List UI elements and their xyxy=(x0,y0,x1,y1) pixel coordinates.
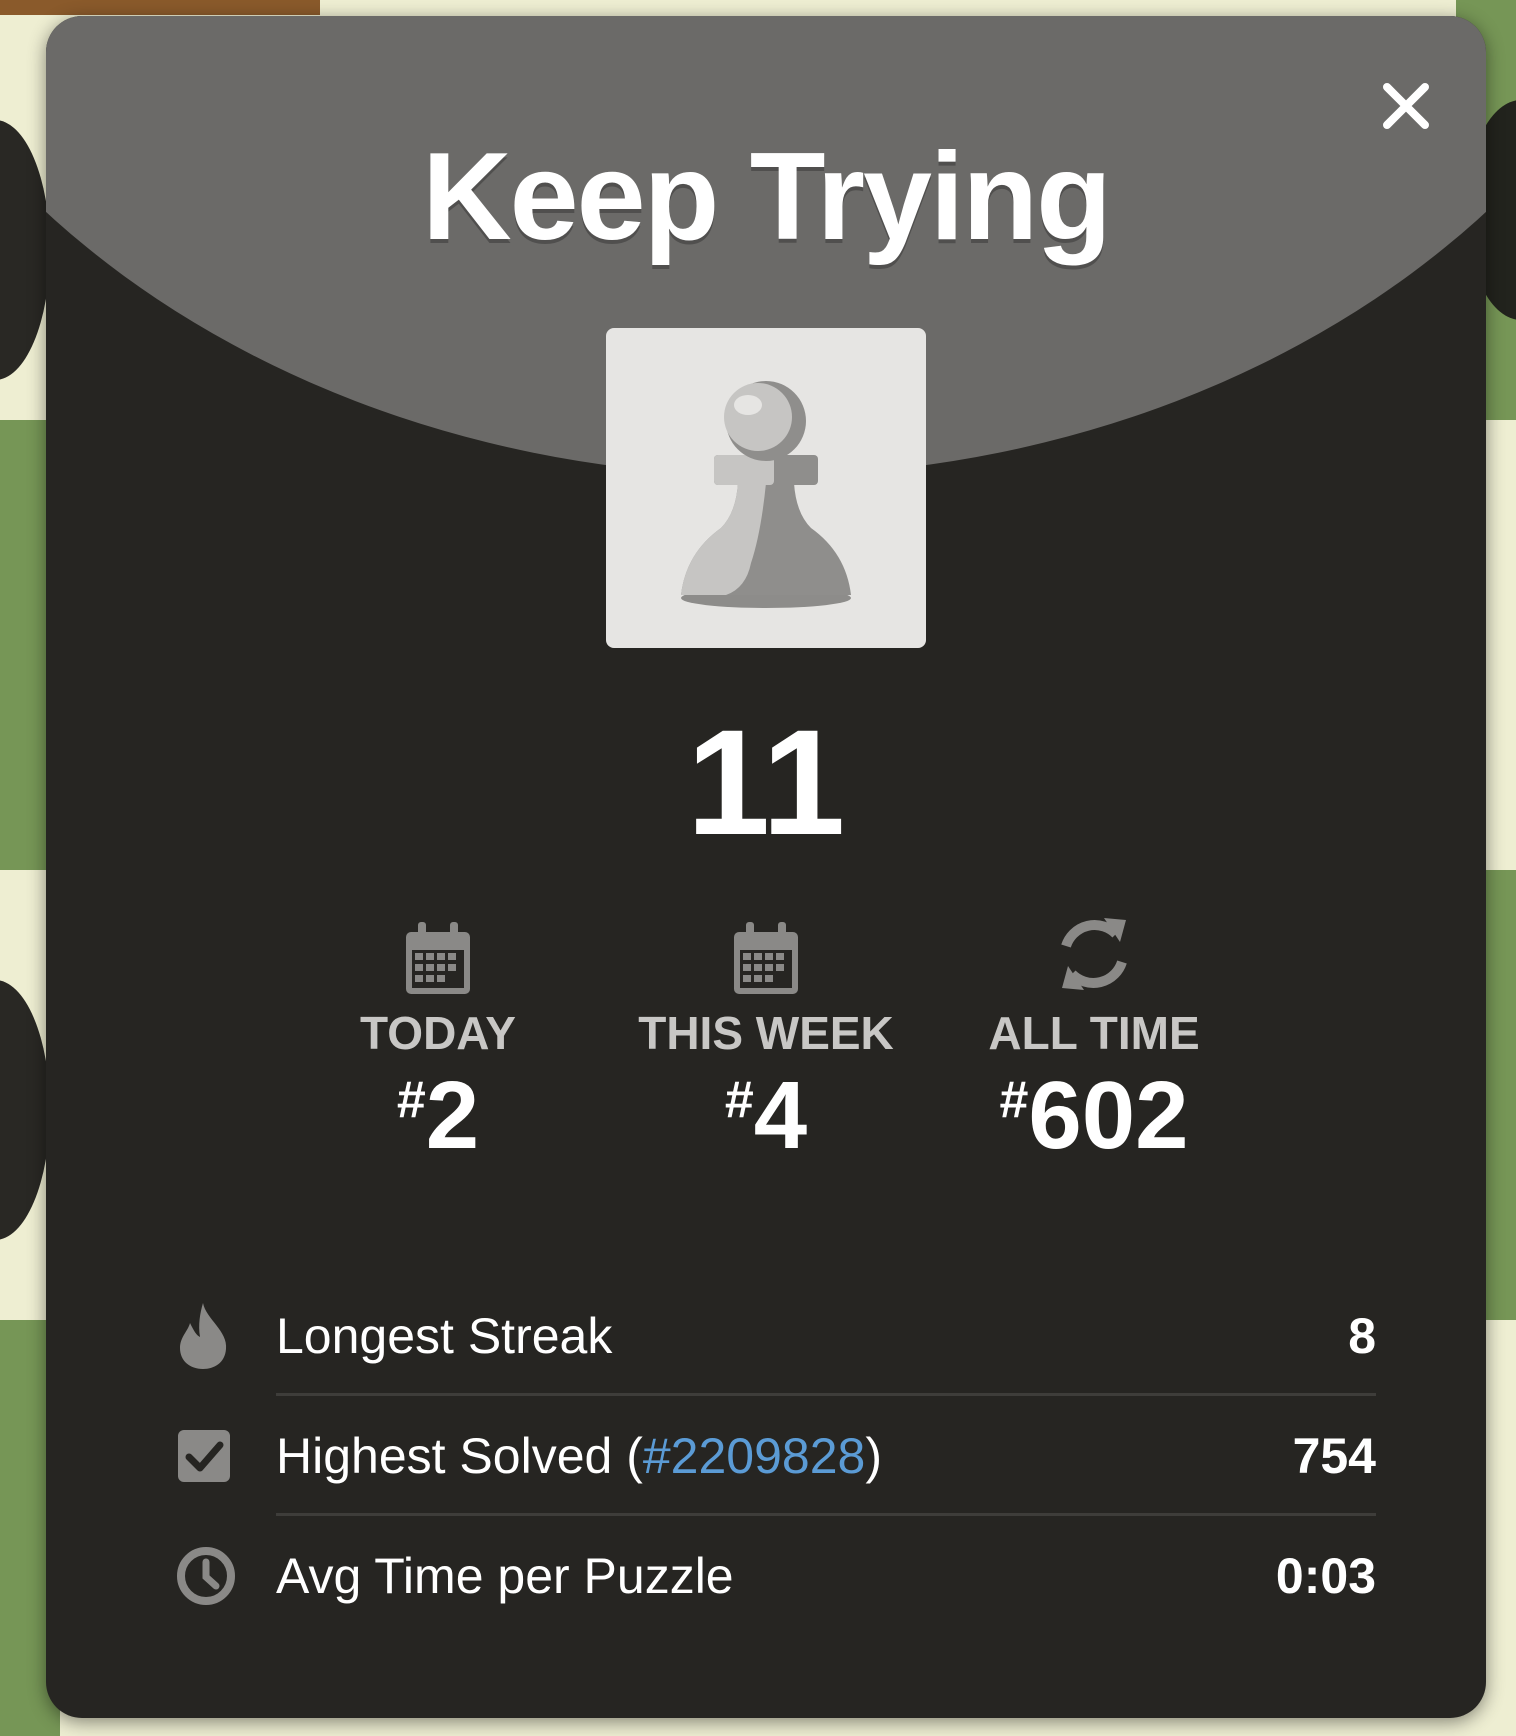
pawn-piece-background xyxy=(0,120,50,380)
stat-longest-streak: Longest Streak 8 xyxy=(176,1276,1376,1396)
flame-icon xyxy=(180,1303,227,1369)
rank-label: ALL TIME xyxy=(988,1007,1200,1059)
clock-icon xyxy=(177,1547,235,1605)
puzzle-score: 11 xyxy=(686,698,846,866)
stat-label: Avg Time per Puzzle xyxy=(276,1548,734,1604)
rank-badge xyxy=(606,328,926,648)
pawn-icon xyxy=(681,381,851,608)
stat-label: Longest Streak xyxy=(276,1308,613,1364)
stat-label: Highest Solved (#2209828) xyxy=(276,1428,882,1484)
stats-list: Longest Streak 8 Highest Solved (#220982… xyxy=(176,1276,1376,1636)
page-title: Keep Trying xyxy=(422,128,1112,266)
close-icon xyxy=(1383,83,1429,129)
stat-highest-solved: Highest Solved (#2209828) 754 xyxy=(176,1396,1376,1516)
checkbox-icon xyxy=(178,1430,230,1482)
stat-avg-time: Avg Time per Puzzle 0:03 xyxy=(176,1516,1376,1636)
puzzle-link[interactable]: #2209828 xyxy=(643,1428,865,1484)
puzzle-results-modal: Keep Trying 11 TODAY #2 THIS WEEK #4 ALL… xyxy=(46,16,1486,1718)
calendar-icon xyxy=(734,922,798,994)
rank-all-time: ALL TIME #602 xyxy=(894,916,1294,1164)
pawn-piece-background xyxy=(0,980,50,1240)
stat-value: 0:03 xyxy=(1275,1548,1376,1604)
ranking-section: TODAY #2 THIS WEEK #4 ALL TIME #602 xyxy=(46,916,1486,1196)
calendar-icon xyxy=(406,922,470,994)
refresh-icon xyxy=(1061,918,1127,990)
stat-value: 754 xyxy=(1292,1428,1376,1484)
rank-value: #602 xyxy=(999,1062,1189,1169)
stat-value: 8 xyxy=(1348,1308,1376,1364)
